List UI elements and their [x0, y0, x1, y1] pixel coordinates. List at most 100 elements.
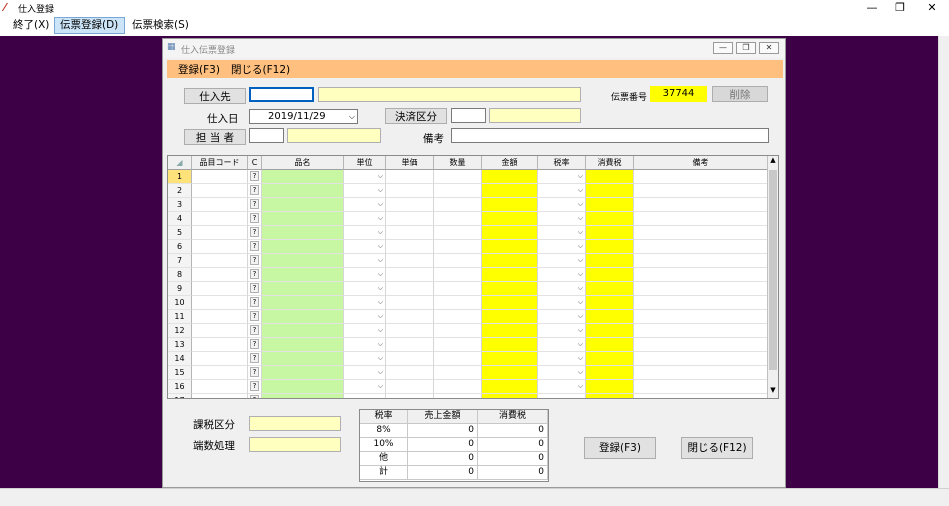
grid-row-number[interactable]: 5: [168, 226, 192, 240]
grid-cell[interactable]: [192, 338, 248, 352]
grid-cell[interactable]: [262, 296, 344, 310]
grid-dropdown-cell[interactable]: ⌵: [344, 198, 386, 212]
grid-cell[interactable]: [434, 240, 482, 254]
grid-cell[interactable]: [586, 310, 634, 324]
grid-cell[interactable]: [192, 212, 248, 226]
grid-cell[interactable]: [192, 254, 248, 268]
grid-dropdown-cell[interactable]: ⌵: [344, 310, 386, 324]
grid-cell[interactable]: [434, 268, 482, 282]
grid-cell[interactable]: [192, 296, 248, 310]
grid-row-number[interactable]: 7: [168, 254, 192, 268]
grid-cell[interactable]: [634, 198, 768, 212]
grid-dropdown-cell[interactable]: ⌵: [538, 240, 586, 254]
grid-column-header[interactable]: 税率: [538, 156, 586, 170]
scroll-down-icon[interactable]: ▼: [768, 386, 778, 398]
supplier-code-input[interactable]: [249, 87, 314, 102]
lookup-button[interactable]: ?: [250, 199, 259, 209]
menu-exit[interactable]: 終了(X): [7, 17, 55, 34]
settlement-code-input[interactable]: [451, 108, 486, 123]
grid-cell[interactable]: [262, 170, 344, 184]
chevron-down-icon[interactable]: ⌵: [578, 284, 583, 292]
grid-cell[interactable]: [386, 394, 434, 398]
grid-cell[interactable]: [634, 184, 768, 198]
chevron-down-icon[interactable]: ⌵: [378, 284, 383, 292]
chevron-down-icon[interactable]: ⌵: [578, 326, 583, 334]
grid-cell[interactable]: [634, 170, 768, 184]
grid-cell[interactable]: [634, 380, 768, 394]
lookup-button[interactable]: ?: [250, 213, 259, 223]
chevron-down-icon[interactable]: ⌵: [378, 242, 383, 250]
chevron-down-icon[interactable]: ⌵: [578, 368, 583, 376]
scroll-up-icon[interactable]: ▲: [768, 156, 778, 168]
grid-cell[interactable]: [386, 240, 434, 254]
grid-dropdown-cell[interactable]: ⌵: [344, 394, 386, 398]
chevron-down-icon[interactable]: ⌵: [578, 200, 583, 208]
grid-column-header[interactable]: 備考: [634, 156, 768, 170]
grid-cell[interactable]: [262, 338, 344, 352]
chevron-down-icon[interactable]: ⌵: [578, 354, 583, 362]
grid-cell[interactable]: [434, 254, 482, 268]
grid-cell[interactable]: [586, 338, 634, 352]
child-restore-icon[interactable]: ❐: [736, 42, 756, 54]
grid-cell[interactable]: [482, 254, 538, 268]
grid-dropdown-cell[interactable]: ⌵: [344, 226, 386, 240]
chevron-down-icon[interactable]: ⌵: [578, 298, 583, 306]
chevron-down-icon[interactable]: ⌵: [378, 298, 383, 306]
lookup-button[interactable]: ?: [250, 269, 259, 279]
grid-cell[interactable]: [434, 338, 482, 352]
grid-cell[interactable]: [262, 212, 344, 226]
grid-cell[interactable]: [192, 310, 248, 324]
grid-row-number[interactable]: 4: [168, 212, 192, 226]
lookup-button[interactable]: ?: [250, 241, 259, 251]
remarks-input[interactable]: [451, 128, 769, 143]
lookup-button[interactable]: ?: [250, 311, 259, 321]
grid-cell[interactable]: [634, 226, 768, 240]
grid-cell[interactable]: [482, 184, 538, 198]
grid-dropdown-cell[interactable]: ⌵: [344, 338, 386, 352]
grid-dropdown-cell[interactable]: ⌵: [538, 296, 586, 310]
grid-dropdown-cell[interactable]: ⌵: [538, 170, 586, 184]
grid-dropdown-cell[interactable]: ⌵: [344, 324, 386, 338]
grid-dropdown-cell[interactable]: ⌵: [538, 366, 586, 380]
grid-dropdown-cell[interactable]: ⌵: [344, 212, 386, 226]
toolbar-register[interactable]: 登録(F3): [178, 62, 220, 77]
grid-row-number[interactable]: 8: [168, 268, 192, 282]
grid-cell[interactable]: [634, 338, 768, 352]
grid-cell[interactable]: [586, 198, 634, 212]
grid-cell[interactable]: [482, 268, 538, 282]
lookup-button[interactable]: ?: [250, 325, 259, 335]
grid-dropdown-cell[interactable]: ⌵: [538, 282, 586, 296]
menu-slip-search[interactable]: 伝票検索(S): [126, 17, 195, 34]
chevron-down-icon[interactable]: ⌵: [578, 228, 583, 236]
grid-row-number[interactable]: 3: [168, 198, 192, 212]
grid-dropdown-cell[interactable]: ⌵: [538, 338, 586, 352]
chevron-down-icon[interactable]: ⌵: [378, 368, 383, 376]
lookup-button[interactable]: ?: [250, 339, 259, 349]
grid-cell[interactable]: [482, 198, 538, 212]
lookup-button[interactable]: ?: [250, 353, 259, 363]
lookup-button[interactable]: ?: [250, 171, 259, 181]
grid-cell[interactable]: [386, 184, 434, 198]
grid-cell[interactable]: [482, 324, 538, 338]
grid-cell[interactable]: [482, 226, 538, 240]
grid-cell[interactable]: [386, 198, 434, 212]
chevron-down-icon[interactable]: ⌵: [578, 242, 583, 250]
grid-cell[interactable]: [586, 324, 634, 338]
chevron-down-icon[interactable]: ⌵: [378, 340, 383, 348]
grid-cell[interactable]: [434, 184, 482, 198]
grid-cell[interactable]: [262, 254, 344, 268]
grid-cell[interactable]: [192, 226, 248, 240]
grid-row-number[interactable]: 9: [168, 282, 192, 296]
grid-row-number[interactable]: 13: [168, 338, 192, 352]
grid-column-header[interactable]: 品目コード: [192, 156, 248, 170]
grid-cell[interactable]: [192, 170, 248, 184]
grid-dropdown-cell[interactable]: ⌵: [344, 366, 386, 380]
lookup-button[interactable]: ?: [250, 297, 259, 307]
grid-dropdown-cell[interactable]: ⌵: [344, 268, 386, 282]
grid-cell[interactable]: [192, 352, 248, 366]
grid-cell[interactable]: [634, 366, 768, 380]
chevron-down-icon[interactable]: ⌵: [378, 200, 383, 208]
grid-column-header[interactable]: 金額: [482, 156, 538, 170]
grid-cell[interactable]: [586, 212, 634, 226]
grid-dropdown-cell[interactable]: ⌵: [538, 254, 586, 268]
